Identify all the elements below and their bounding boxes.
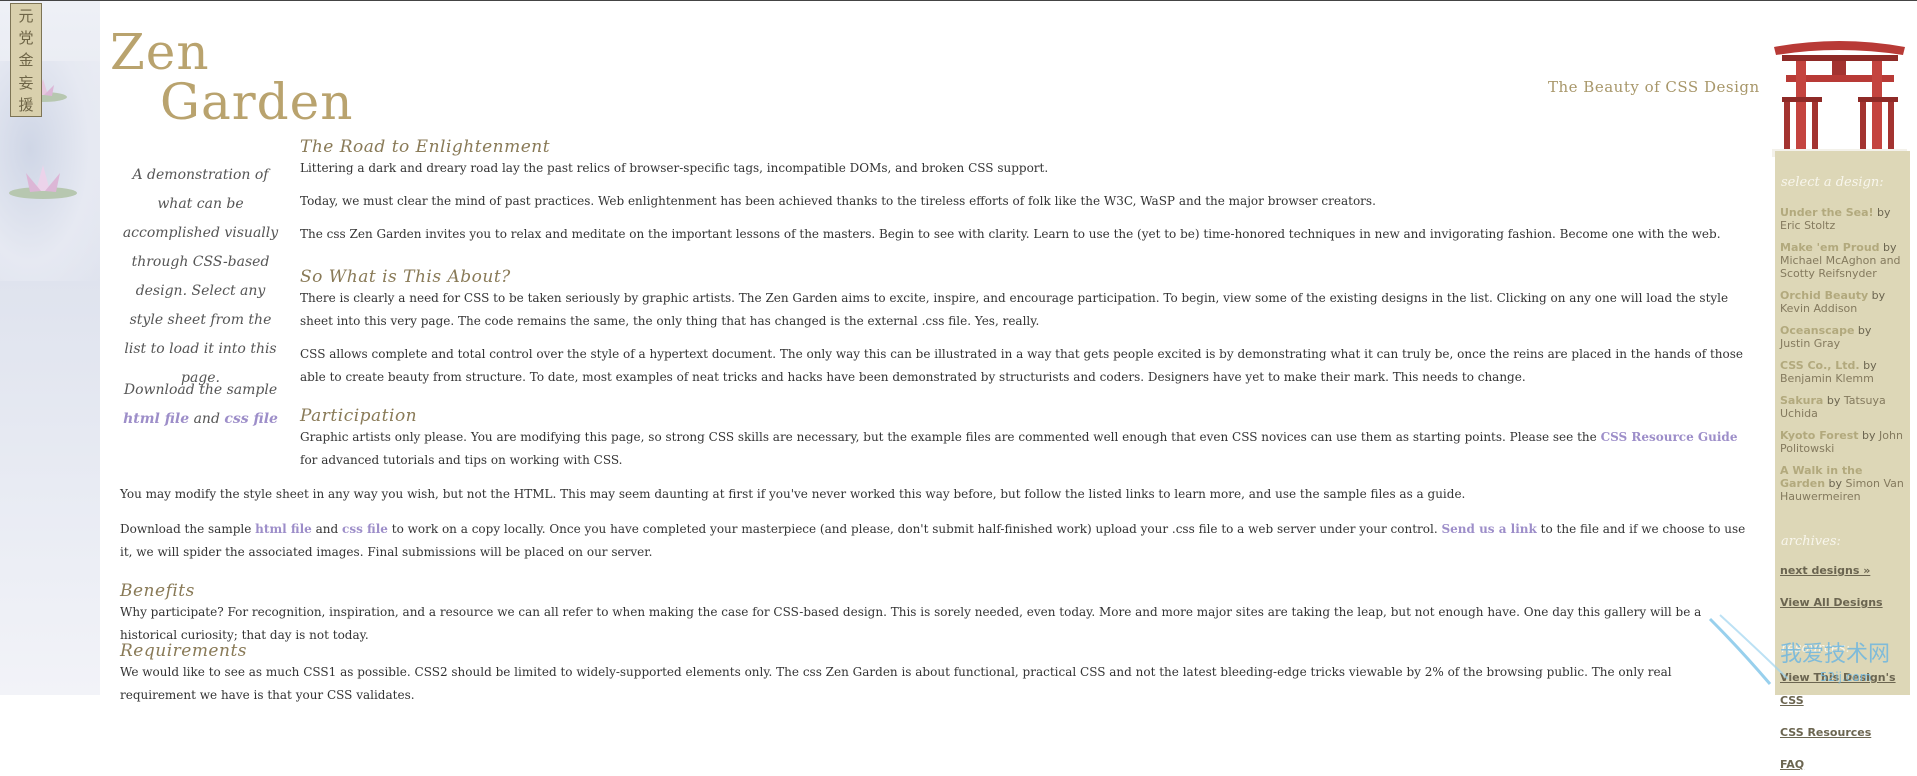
paragraph: Littering a dark and dreary road lay the… [300, 161, 1049, 175]
paragraph: You may modify the style sheet in any wa… [120, 487, 1466, 501]
design-name-link[interactable]: Kyoto Forest [1780, 429, 1859, 442]
paragraph-text: and [315, 522, 339, 536]
design-list-item[interactable]: CSS Co., Ltd. by Benjamin Klemm [1775, 359, 1910, 385]
design-list-item[interactable]: Kyoto Forest by John Politowski [1775, 429, 1910, 455]
html-file-link[interactable]: html file [255, 522, 312, 536]
seal-char: 援 [18, 96, 34, 115]
faq-link[interactable]: FAQ [1775, 753, 1910, 776]
design-author[interactable]: Michael McAghon and Scotty Reifsnyder [1780, 254, 1901, 280]
paragraph-text: for advanced tutorials and tips on worki… [300, 453, 623, 467]
design-list-item[interactable]: Oceanscape by Justin Gray [1775, 324, 1910, 350]
by-text: by [1873, 206, 1891, 219]
section-road: The Road to Enlightenment Littering a da… [300, 137, 1750, 246]
paragraph: The css Zen Garden invites you to relax … [300, 227, 1721, 241]
design-author[interactable]: Eric Stoltz [1780, 219, 1835, 232]
paragraph: Graphic artists only please. You are mod… [300, 426, 1750, 472]
chinese-seal: 元 党 金 妄 援 [10, 3, 42, 117]
section-participation: Participation Graphic artists only pleas… [300, 406, 1750, 472]
by-text: by [1879, 241, 1897, 254]
by-text: by [1854, 324, 1872, 337]
section-title: Requirements [120, 641, 248, 661]
section-title: Participation [300, 406, 418, 426]
design-name-link[interactable]: Under the Sea! [1780, 206, 1874, 219]
seal-char: 党 [18, 29, 34, 48]
design-name-link[interactable]: Make 'em Proud [1780, 241, 1880, 254]
watermark-logo: 我爱技术网 52ij.com [1708, 614, 1890, 685]
by-text: by [1823, 394, 1844, 407]
design-name-link[interactable]: CSS Co., Ltd. [1780, 359, 1860, 372]
design-list-item[interactable]: A Walk in the Garden by Simon Van Hauwer… [1775, 464, 1910, 503]
seal-char: 妄 [18, 73, 34, 92]
css-file-link[interactable]: css file [224, 411, 278, 427]
next-designs-link[interactable]: next designs » [1775, 559, 1910, 582]
by-text: by [1825, 477, 1846, 490]
paragraph-text: to work on a copy locally. Once you have… [391, 522, 1438, 536]
paragraph: Today, we must clear the mind of past pr… [300, 194, 1376, 208]
page-tagline: The Beauty of CSS Design [1548, 78, 1760, 96]
by-text: by [1858, 429, 1880, 442]
torii-gate-icon [1772, 41, 1907, 157]
css-resource-guide-link[interactable]: CSS Resource Guide [1601, 430, 1738, 444]
download-sample: Download the sample html file and css fi… [118, 376, 283, 434]
design-list-item[interactable]: Under the Sea! by Eric Stoltz [1775, 206, 1910, 232]
download-prefix: Download the sample [123, 382, 278, 398]
logo-garden: Garden [160, 73, 354, 131]
section-requirements: Requirements We would like to see as muc… [120, 641, 1750, 707]
and-text: and [193, 411, 220, 427]
paragraph-text: Graphic artists only please. You are mod… [300, 430, 1597, 444]
design-author[interactable]: Justin Gray [1780, 337, 1840, 350]
design-list: Under the Sea! by Eric Stoltz Make 'em Pr… [1775, 206, 1910, 503]
select-design-heading: select a design: [1781, 175, 1884, 190]
watermark-subtext: 52ij.com [1820, 670, 1871, 684]
section-title: Benefits [120, 581, 195, 601]
send-us-link[interactable]: Send us a link [1441, 522, 1536, 536]
design-name-link[interactable]: Oceanscape [1780, 324, 1854, 337]
html-file-link[interactable]: html file [123, 411, 189, 427]
seal-char: 金 [18, 51, 34, 70]
design-list-item[interactable]: Sakura by Tatsuya Uchida [1775, 394, 1910, 420]
paragraph: CSS allows complete and total control ov… [300, 347, 1744, 384]
css-resources-link[interactable]: CSS Resources [1775, 721, 1910, 744]
css-file-link[interactable]: css file [342, 522, 388, 536]
lotus-icon [9, 165, 77, 199]
paragraph: We would like to see as much CSS1 as pos… [120, 665, 1672, 702]
design-list-item[interactable]: Orchid Beauty by Kevin Addison [1775, 289, 1910, 315]
section-title: The Road to Enlightenment [300, 137, 551, 157]
by-text: by [1859, 359, 1877, 372]
archives-heading: archives: [1781, 534, 1841, 549]
section-title: So What is This About? [300, 267, 511, 287]
watermark-text: 我爱技术网 [1780, 642, 1890, 667]
section-about: So What is This About? There is clearly … [300, 267, 1750, 389]
design-list-item[interactable]: Make 'em Proud by Michael McAghon and Sc… [1775, 241, 1910, 280]
design-author[interactable]: Benjamin Klemm [1780, 372, 1874, 385]
section-participation-cont: You may modify the style sheet in any wa… [120, 483, 1750, 564]
paragraph: There is clearly a need for CSS to be ta… [300, 291, 1729, 328]
paragraph-text: Download the sample [120, 522, 252, 536]
section-benefits: Benefits Why participate? For recognitio… [120, 581, 1750, 647]
paragraph: Download the sample html file and css fi… [120, 518, 1750, 564]
design-name-link[interactable]: Orchid Beauty [1780, 289, 1868, 302]
by-text: by [1868, 289, 1886, 302]
design-author[interactable]: Kevin Addison [1780, 302, 1857, 315]
intro-text: A demonstration of what can be accomplis… [122, 167, 279, 386]
design-name-link[interactable]: Sakura [1780, 394, 1823, 407]
seal-char: 元 [18, 6, 34, 25]
left-decorative-strip: 元 党 金 妄 援 [0, 1, 100, 695]
